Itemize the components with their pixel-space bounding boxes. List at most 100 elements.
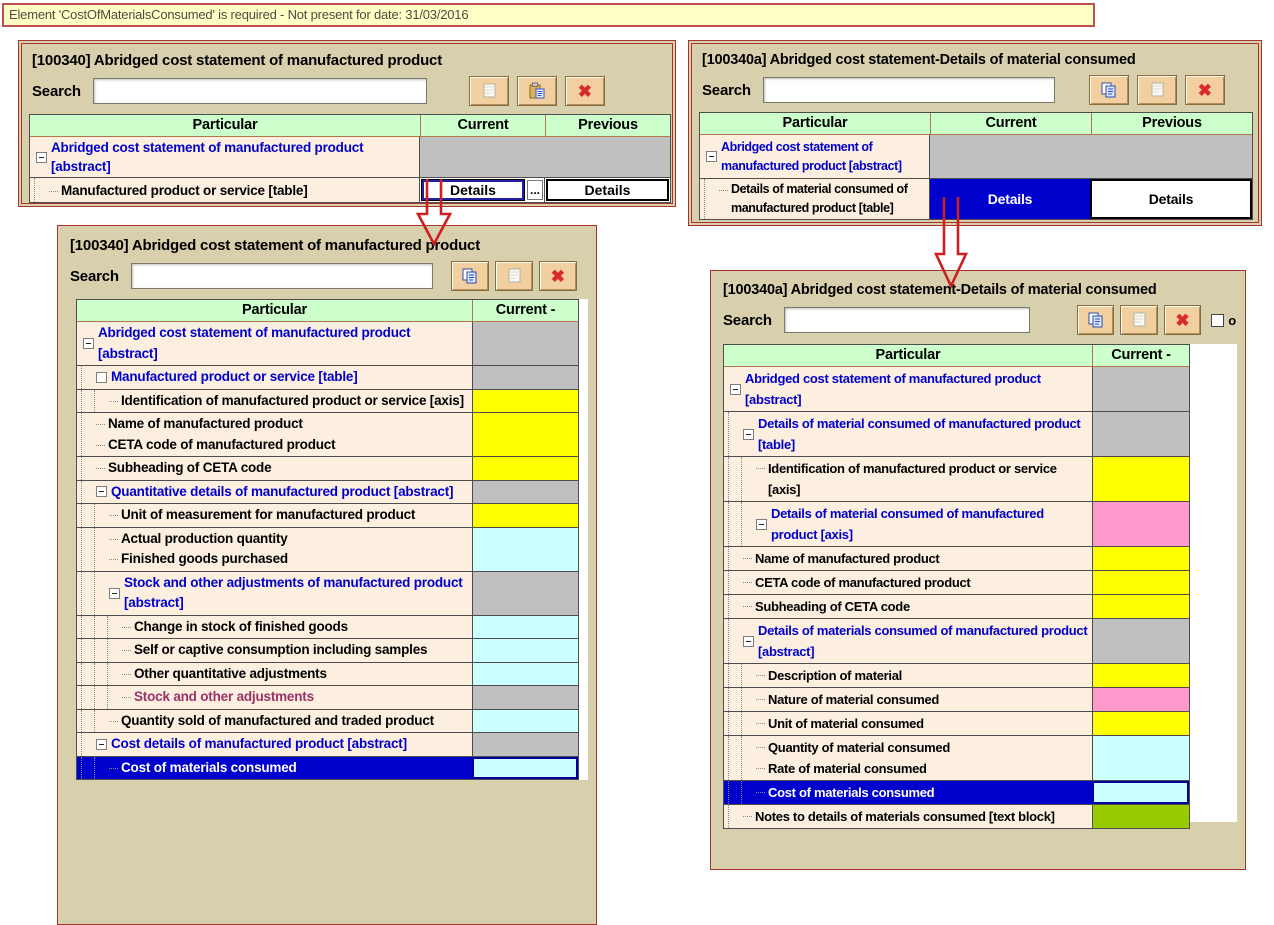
paste-button[interactable]	[1120, 305, 1157, 335]
row-label-cell[interactable]: Stock and other adjustments	[77, 686, 472, 709]
paste-button[interactable]	[495, 261, 533, 291]
row-label-cell[interactable]: Nature of material consumed	[724, 688, 1092, 711]
value-cell[interactable]	[1092, 457, 1189, 501]
row-label-cell[interactable]: Other quantitative adjustments	[77, 663, 472, 686]
value-cell[interactable]	[1092, 781, 1189, 804]
collapse-icon[interactable]	[96, 739, 107, 750]
row-label-cell[interactable]: Cost details of manufactured product [ab…	[77, 733, 472, 756]
row-label-cell[interactable]: Quantity of material consumedRate of mat…	[724, 736, 1092, 780]
value-cell[interactable]	[472, 390, 578, 413]
table-row[interactable]: Details of materials consumed of manufac…	[724, 618, 1189, 663]
table-row[interactable]: Stock and other adjustments of manufactu…	[77, 571, 578, 615]
value-cell[interactable]	[1092, 688, 1189, 711]
collapse-icon[interactable]	[743, 636, 754, 647]
row-label-cell[interactable]: Change in stock of finished goods	[77, 616, 472, 639]
row-label-cell[interactable]: Identification of manufactured product o…	[77, 390, 472, 413]
table-row[interactable]: Stock and other adjustments	[77, 685, 578, 709]
value-cell[interactable]	[1092, 736, 1189, 780]
value-cell[interactable]	[472, 322, 578, 365]
collapse-icon[interactable]	[706, 151, 717, 162]
value-cell[interactable]	[472, 366, 578, 389]
copy-button[interactable]	[469, 76, 509, 106]
collapse-icon[interactable]	[109, 588, 120, 599]
table-row[interactable]: Subheading of CETA code	[77, 456, 578, 480]
table-row[interactable]: Abridged cost statement of manufactured …	[30, 137, 670, 177]
table-row[interactable]: Manufactured product or service [table] …	[30, 177, 670, 202]
value-cell[interactable]	[472, 528, 578, 571]
row-label-cell[interactable]: Abridged cost statement of manufactured …	[30, 137, 419, 177]
table-row[interactable]: Nature of material consumed	[724, 687, 1189, 711]
row-label-cell[interactable]: Unit of measurement for manufactured pro…	[77, 504, 472, 527]
tree-node-icon[interactable]	[96, 372, 107, 383]
row-label-cell[interactable]: Abridged cost statement of manufactured …	[700, 135, 929, 178]
table-row[interactable]: Abridged cost statement of manufactured …	[700, 135, 1252, 178]
table-row[interactable]: Cost of materials consumed	[724, 780, 1189, 804]
row-label-cell[interactable]: Abridged cost statement of manufactured …	[724, 367, 1092, 411]
table-row[interactable]: Abridged cost statement of manufactured …	[77, 322, 578, 365]
value-cell[interactable]	[1092, 712, 1189, 735]
table-row[interactable]: Cost of materials consumed	[77, 756, 578, 780]
row-label-cell[interactable]: Details of material consumed of manufact…	[724, 502, 1092, 546]
collapse-icon[interactable]	[83, 338, 94, 349]
table-row[interactable]: Unit of measurement for manufactured pro…	[77, 503, 578, 527]
details-previous-button[interactable]: Details	[1090, 179, 1252, 219]
row-label-cell[interactable]: Subheading of CETA code	[77, 457, 472, 480]
row-label-cell[interactable]: Cost of materials consumed	[77, 757, 472, 780]
collapse-icon[interactable]	[96, 486, 107, 497]
table-row[interactable]: Name of manufactured productCETA code of…	[77, 412, 578, 456]
table-row[interactable]: Quantity of material consumedRate of mat…	[724, 735, 1189, 780]
table-row[interactable]: Abridged cost statement of manufactured …	[724, 367, 1189, 411]
table-row[interactable]: Unit of material consumed	[724, 711, 1189, 735]
table-row[interactable]: Identification of manufactured product o…	[724, 456, 1189, 501]
table-row[interactable]: Subheading of CETA code	[724, 594, 1189, 618]
table-row[interactable]: Quantity sold of manufactured and traded…	[77, 709, 578, 733]
row-label-cell[interactable]: Actual production quantityFinished goods…	[77, 528, 472, 571]
table-row[interactable]: Identification of manufactured product o…	[77, 389, 578, 413]
row-label-cell[interactable]: Name of manufactured productCETA code of…	[77, 413, 472, 456]
table-row[interactable]: Details of material consumed of manufact…	[724, 501, 1189, 546]
option-checkbox[interactable]	[1211, 314, 1224, 327]
row-label-cell[interactable]: Quantitative details of manufactured pro…	[77, 481, 472, 504]
row-label-cell[interactable]: Cost of materials consumed	[724, 781, 1092, 804]
value-cell[interactable]	[472, 572, 578, 615]
row-label-cell[interactable]: Details of materials consumed of manufac…	[724, 619, 1092, 663]
collapse-icon[interactable]	[730, 384, 741, 395]
table-row[interactable]: Details of material consumed of manufact…	[724, 411, 1189, 456]
value-cell[interactable]	[1092, 664, 1189, 687]
table-row[interactable]: Description of material	[724, 663, 1189, 687]
value-cell[interactable]	[472, 733, 578, 756]
row-label-cell[interactable]: Quantity sold of manufactured and traded…	[77, 710, 472, 733]
table-row[interactable]: Change in stock of finished goods	[77, 615, 578, 639]
search-input[interactable]	[763, 77, 1055, 103]
copy-button[interactable]	[1089, 75, 1129, 105]
value-cell[interactable]	[472, 710, 578, 733]
row-label-cell[interactable]: Details of material consumed of manufact…	[700, 179, 929, 219]
value-cell[interactable]	[419, 137, 670, 177]
value-cell[interactable]	[1092, 619, 1189, 663]
table-row[interactable]: Other quantitative adjustments	[77, 662, 578, 686]
value-cell[interactable]	[1092, 502, 1189, 546]
table-row[interactable]: Actual production quantityFinished goods…	[77, 527, 578, 571]
copy-button[interactable]	[451, 261, 489, 291]
row-label-cell[interactable]: Details of material consumed of manufact…	[724, 412, 1092, 456]
row-label-cell[interactable]: Stock and other adjustments of manufactu…	[77, 572, 472, 615]
table-row[interactable]: Manufactured product or service [table]	[77, 365, 578, 389]
value-cell[interactable]	[1092, 595, 1189, 618]
table-row[interactable]: Quantitative details of manufactured pro…	[77, 480, 578, 504]
delete-button[interactable]: ✖	[539, 261, 577, 291]
value-cell[interactable]	[1092, 805, 1189, 828]
row-label-cell[interactable]: Name of manufactured product	[724, 547, 1092, 570]
collapse-icon[interactable]	[36, 152, 47, 163]
value-cell[interactable]	[472, 457, 578, 480]
delete-button[interactable]: ✖	[1185, 75, 1225, 105]
value-cell[interactable]	[1092, 571, 1189, 594]
row-label-cell[interactable]: Unit of material consumed	[724, 712, 1092, 735]
value-cell[interactable]	[472, 504, 578, 527]
table-row[interactable]: Self or captive consumption including sa…	[77, 638, 578, 662]
search-input[interactable]	[784, 307, 1030, 333]
delete-button[interactable]: ✖	[1164, 305, 1201, 335]
row-label-cell[interactable]: Manufactured product or service [table]	[77, 366, 472, 389]
collapse-icon[interactable]	[756, 519, 767, 530]
row-label-cell[interactable]: Subheading of CETA code	[724, 595, 1092, 618]
value-cell[interactable]	[472, 481, 578, 504]
